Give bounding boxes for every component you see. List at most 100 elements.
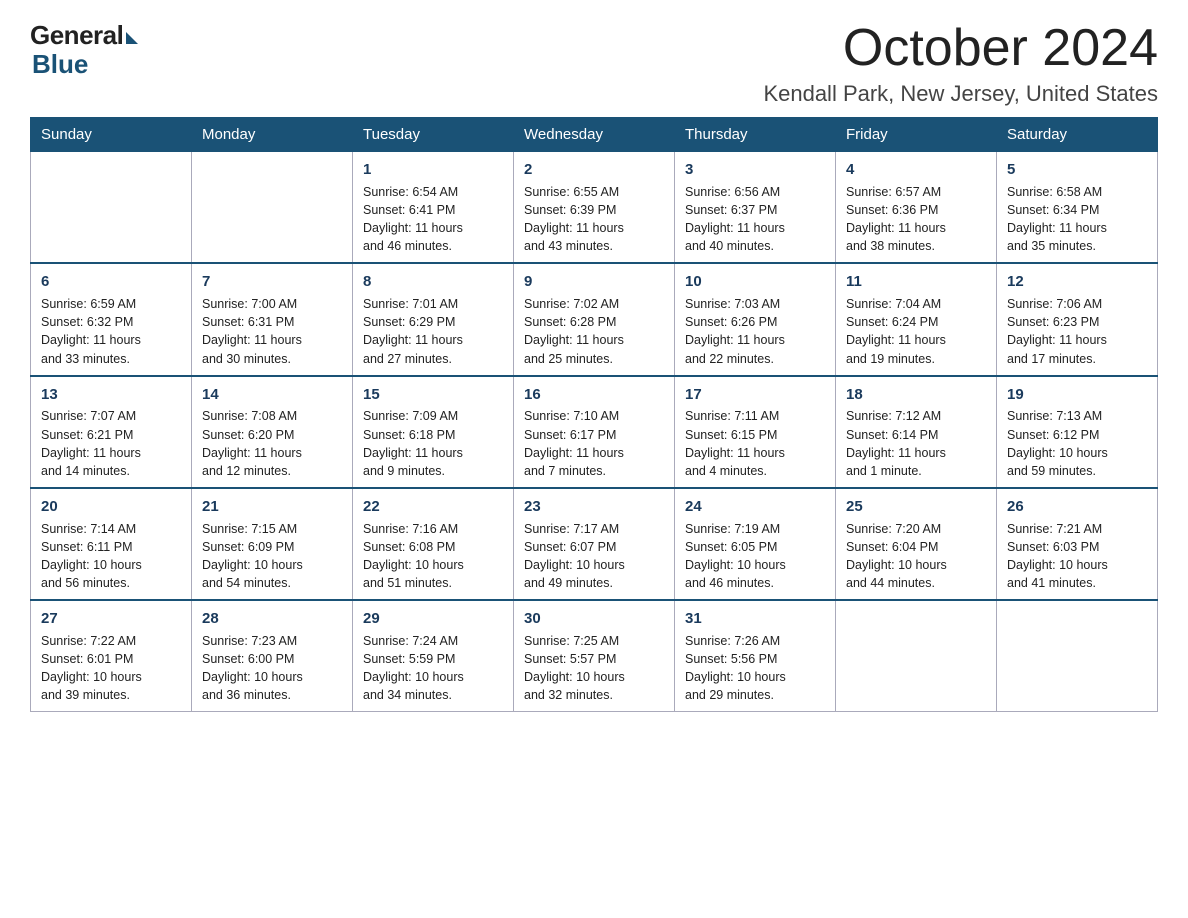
calendar-week-row: 13Sunrise: 7:07 AM Sunset: 6:21 PM Dayli… bbox=[31, 376, 1158, 488]
calendar-cell: 28Sunrise: 7:23 AM Sunset: 6:00 PM Dayli… bbox=[192, 600, 353, 712]
sun-info: Sunrise: 7:26 AM Sunset: 5:56 PM Dayligh… bbox=[685, 632, 825, 705]
calendar-cell: 27Sunrise: 7:22 AM Sunset: 6:01 PM Dayli… bbox=[31, 600, 192, 712]
weekday-header-wednesday: Wednesday bbox=[514, 118, 675, 152]
weekday-header-tuesday: Tuesday bbox=[353, 118, 514, 152]
sun-info: Sunrise: 7:24 AM Sunset: 5:59 PM Dayligh… bbox=[363, 632, 503, 705]
sun-info: Sunrise: 6:56 AM Sunset: 6:37 PM Dayligh… bbox=[685, 183, 825, 256]
calendar-cell: 13Sunrise: 7:07 AM Sunset: 6:21 PM Dayli… bbox=[31, 376, 192, 488]
sun-info: Sunrise: 6:54 AM Sunset: 6:41 PM Dayligh… bbox=[363, 183, 503, 256]
weekday-header-monday: Monday bbox=[192, 118, 353, 152]
sun-info: Sunrise: 6:57 AM Sunset: 6:36 PM Dayligh… bbox=[846, 183, 986, 256]
day-number: 9 bbox=[524, 271, 664, 293]
day-number: 20 bbox=[41, 496, 181, 518]
calendar-cell: 29Sunrise: 7:24 AM Sunset: 5:59 PM Dayli… bbox=[353, 600, 514, 712]
day-number: 4 bbox=[846, 159, 986, 181]
day-number: 25 bbox=[846, 496, 986, 518]
day-number: 27 bbox=[41, 608, 181, 630]
day-number: 1 bbox=[363, 159, 503, 181]
logo-arrow-icon bbox=[126, 32, 138, 44]
day-number: 21 bbox=[202, 496, 342, 518]
day-number: 2 bbox=[524, 159, 664, 181]
sun-info: Sunrise: 6:55 AM Sunset: 6:39 PM Dayligh… bbox=[524, 183, 664, 256]
calendar-cell bbox=[997, 600, 1158, 712]
weekday-header-thursday: Thursday bbox=[675, 118, 836, 152]
calendar-cell bbox=[836, 600, 997, 712]
calendar-cell: 22Sunrise: 7:16 AM Sunset: 6:08 PM Dayli… bbox=[353, 488, 514, 600]
calendar-week-row: 6Sunrise: 6:59 AM Sunset: 6:32 PM Daylig… bbox=[31, 263, 1158, 375]
sun-info: Sunrise: 7:20 AM Sunset: 6:04 PM Dayligh… bbox=[846, 520, 986, 593]
day-number: 3 bbox=[685, 159, 825, 181]
day-number: 5 bbox=[1007, 159, 1147, 181]
sun-info: Sunrise: 7:25 AM Sunset: 5:57 PM Dayligh… bbox=[524, 632, 664, 705]
day-number: 12 bbox=[1007, 271, 1147, 293]
sun-info: Sunrise: 7:00 AM Sunset: 6:31 PM Dayligh… bbox=[202, 295, 342, 368]
sun-info: Sunrise: 7:02 AM Sunset: 6:28 PM Dayligh… bbox=[524, 295, 664, 368]
calendar-cell: 23Sunrise: 7:17 AM Sunset: 6:07 PM Dayli… bbox=[514, 488, 675, 600]
calendar-cell: 30Sunrise: 7:25 AM Sunset: 5:57 PM Dayli… bbox=[514, 600, 675, 712]
logo-general-text: General bbox=[30, 20, 123, 51]
sun-info: Sunrise: 7:04 AM Sunset: 6:24 PM Dayligh… bbox=[846, 295, 986, 368]
weekday-header-sunday: Sunday bbox=[31, 118, 192, 152]
sun-info: Sunrise: 7:13 AM Sunset: 6:12 PM Dayligh… bbox=[1007, 407, 1147, 480]
day-number: 29 bbox=[363, 608, 503, 630]
sun-info: Sunrise: 6:58 AM Sunset: 6:34 PM Dayligh… bbox=[1007, 183, 1147, 256]
sun-info: Sunrise: 7:11 AM Sunset: 6:15 PM Dayligh… bbox=[685, 407, 825, 480]
sun-info: Sunrise: 6:59 AM Sunset: 6:32 PM Dayligh… bbox=[41, 295, 181, 368]
day-number: 26 bbox=[1007, 496, 1147, 518]
title-block: October 2024 Kendall Park, New Jersey, U… bbox=[763, 20, 1158, 107]
sun-info: Sunrise: 7:06 AM Sunset: 6:23 PM Dayligh… bbox=[1007, 295, 1147, 368]
calendar-table: SundayMondayTuesdayWednesdayThursdayFrid… bbox=[30, 117, 1158, 712]
day-number: 14 bbox=[202, 384, 342, 406]
sun-info: Sunrise: 7:09 AM Sunset: 6:18 PM Dayligh… bbox=[363, 407, 503, 480]
calendar-cell: 24Sunrise: 7:19 AM Sunset: 6:05 PM Dayli… bbox=[675, 488, 836, 600]
weekday-header-row: SundayMondayTuesdayWednesdayThursdayFrid… bbox=[31, 118, 1158, 152]
calendar-cell bbox=[192, 152, 353, 264]
day-number: 10 bbox=[685, 271, 825, 293]
calendar-cell: 18Sunrise: 7:12 AM Sunset: 6:14 PM Dayli… bbox=[836, 376, 997, 488]
sun-info: Sunrise: 7:16 AM Sunset: 6:08 PM Dayligh… bbox=[363, 520, 503, 593]
calendar-cell: 1Sunrise: 6:54 AM Sunset: 6:41 PM Daylig… bbox=[353, 152, 514, 264]
weekday-header-friday: Friday bbox=[836, 118, 997, 152]
calendar-cell: 9Sunrise: 7:02 AM Sunset: 6:28 PM Daylig… bbox=[514, 263, 675, 375]
day-number: 28 bbox=[202, 608, 342, 630]
calendar-week-row: 1Sunrise: 6:54 AM Sunset: 6:41 PM Daylig… bbox=[31, 152, 1158, 264]
day-number: 24 bbox=[685, 496, 825, 518]
sun-info: Sunrise: 7:01 AM Sunset: 6:29 PM Dayligh… bbox=[363, 295, 503, 368]
calendar-cell: 15Sunrise: 7:09 AM Sunset: 6:18 PM Dayli… bbox=[353, 376, 514, 488]
day-number: 16 bbox=[524, 384, 664, 406]
calendar-cell: 16Sunrise: 7:10 AM Sunset: 6:17 PM Dayli… bbox=[514, 376, 675, 488]
sun-info: Sunrise: 7:08 AM Sunset: 6:20 PM Dayligh… bbox=[202, 407, 342, 480]
calendar-cell: 2Sunrise: 6:55 AM Sunset: 6:39 PM Daylig… bbox=[514, 152, 675, 264]
sun-info: Sunrise: 7:19 AM Sunset: 6:05 PM Dayligh… bbox=[685, 520, 825, 593]
day-number: 15 bbox=[363, 384, 503, 406]
calendar-cell: 20Sunrise: 7:14 AM Sunset: 6:11 PM Dayli… bbox=[31, 488, 192, 600]
sun-info: Sunrise: 7:23 AM Sunset: 6:00 PM Dayligh… bbox=[202, 632, 342, 705]
day-number: 6 bbox=[41, 271, 181, 293]
calendar-cell: 14Sunrise: 7:08 AM Sunset: 6:20 PM Dayli… bbox=[192, 376, 353, 488]
calendar-cell: 12Sunrise: 7:06 AM Sunset: 6:23 PM Dayli… bbox=[997, 263, 1158, 375]
main-title: October 2024 bbox=[763, 20, 1158, 77]
day-number: 30 bbox=[524, 608, 664, 630]
calendar-cell: 25Sunrise: 7:20 AM Sunset: 6:04 PM Dayli… bbox=[836, 488, 997, 600]
calendar-cell: 5Sunrise: 6:58 AM Sunset: 6:34 PM Daylig… bbox=[997, 152, 1158, 264]
subtitle: Kendall Park, New Jersey, United States bbox=[763, 81, 1158, 107]
sun-info: Sunrise: 7:03 AM Sunset: 6:26 PM Dayligh… bbox=[685, 295, 825, 368]
day-number: 31 bbox=[685, 608, 825, 630]
day-number: 23 bbox=[524, 496, 664, 518]
weekday-header-saturday: Saturday bbox=[997, 118, 1158, 152]
calendar-cell: 3Sunrise: 6:56 AM Sunset: 6:37 PM Daylig… bbox=[675, 152, 836, 264]
sun-info: Sunrise: 7:07 AM Sunset: 6:21 PM Dayligh… bbox=[41, 407, 181, 480]
day-number: 11 bbox=[846, 271, 986, 293]
calendar-cell: 7Sunrise: 7:00 AM Sunset: 6:31 PM Daylig… bbox=[192, 263, 353, 375]
day-number: 19 bbox=[1007, 384, 1147, 406]
day-number: 8 bbox=[363, 271, 503, 293]
sun-info: Sunrise: 7:17 AM Sunset: 6:07 PM Dayligh… bbox=[524, 520, 664, 593]
sun-info: Sunrise: 7:15 AM Sunset: 6:09 PM Dayligh… bbox=[202, 520, 342, 593]
calendar-cell: 31Sunrise: 7:26 AM Sunset: 5:56 PM Dayli… bbox=[675, 600, 836, 712]
day-number: 22 bbox=[363, 496, 503, 518]
calendar-cell: 19Sunrise: 7:13 AM Sunset: 6:12 PM Dayli… bbox=[997, 376, 1158, 488]
calendar-cell: 6Sunrise: 6:59 AM Sunset: 6:32 PM Daylig… bbox=[31, 263, 192, 375]
calendar-cell: 17Sunrise: 7:11 AM Sunset: 6:15 PM Dayli… bbox=[675, 376, 836, 488]
calendar-cell: 21Sunrise: 7:15 AM Sunset: 6:09 PM Dayli… bbox=[192, 488, 353, 600]
logo-blue-text: Blue bbox=[32, 51, 88, 77]
